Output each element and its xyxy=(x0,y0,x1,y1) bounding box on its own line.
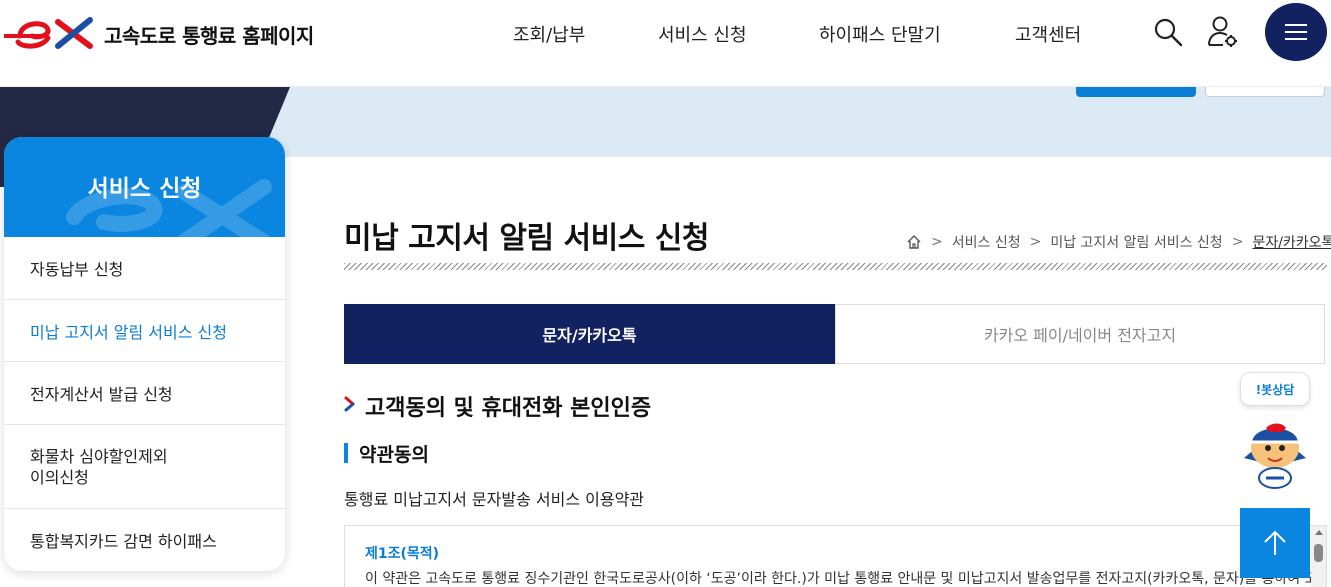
chevron-right-icon: > xyxy=(1029,234,1042,250)
subtitle-marker xyxy=(344,443,348,463)
title-divider xyxy=(344,263,1327,270)
banner-button-primary[interactable] xyxy=(1076,87,1196,97)
sidebar-item-welfare-card[interactable]: 통합복지카드 감면 하이패스 xyxy=(4,509,285,571)
terms-scrollbar[interactable] xyxy=(1311,526,1326,587)
page-title: 미납 고지서 알림 서비스 신청 xyxy=(344,221,709,256)
sidebar: 서비스 신청 자동납부 신청 미납 고지서 알림 서비스 신청 전자계산서 발급… xyxy=(4,137,285,571)
nav-hipass-terminal[interactable]: 하이패스 단말기 xyxy=(819,21,941,47)
tab-sms-kakaotalk[interactable]: 문자/카카오톡 xyxy=(344,304,835,364)
chevron-right-icon: > xyxy=(931,234,943,250)
chevron-right-icon: > xyxy=(1231,234,1244,250)
breadcrumb: > 서비스 신청 > 미납 고지서 알림 서비스 신청 > 문자/카카오톡 xyxy=(906,232,1331,252)
user-login-icon[interactable] xyxy=(1207,15,1239,49)
sidebar-item-e-invoice[interactable]: 전자계산서 발급 신청 xyxy=(4,362,285,425)
sidebar-header: 서비스 신청 xyxy=(4,137,285,237)
site-title[interactable]: 고속도로 통행료 홈페이지 xyxy=(104,20,314,49)
breadcrumb-item[interactable]: 미납 고지서 알림 서비스 신청 xyxy=(1050,232,1222,252)
home-icon[interactable] xyxy=(906,234,922,250)
subsection-title: 약관동의 xyxy=(359,444,429,466)
hamburger-menu-icon[interactable] xyxy=(1265,3,1327,61)
section-title: 고객동의 및 휴대전화 본인인증 xyxy=(365,396,652,421)
terms-name: 통행료 미납고지서 문자발송 서비스 이용약관 xyxy=(344,490,645,509)
sidebar-item-label: 전자계산서 발급 신청 xyxy=(30,385,173,404)
terms-article-text: 이 약관은 고속도로 통행료 징수기관인 한국도로공사(이하 ‘도공’이라 한다… xyxy=(365,571,1327,587)
banner-button-secondary[interactable] xyxy=(1205,87,1325,97)
nav-service-application[interactable]: 서비스 신청 xyxy=(658,21,747,47)
chatbot-bubble[interactable]: !봇상담 xyxy=(1240,372,1310,406)
chatbot-label: !봇상담 xyxy=(1255,382,1295,397)
search-icon[interactable] xyxy=(1153,17,1183,47)
scroll-to-top-button[interactable] xyxy=(1240,508,1310,578)
sidebar-item-label: 화물차 심야할인제외 이의신청 xyxy=(30,446,168,487)
arrow-up-icon xyxy=(1264,530,1286,555)
sidebar-item-unpaid-notice[interactable]: 미납 고지서 알림 서비스 신청 xyxy=(4,300,285,362)
sidebar-item-label: 통합복지카드 감면 하이패스 xyxy=(30,532,217,551)
chatbot-mascot-icon[interactable] xyxy=(1236,418,1314,490)
nav-inquiry-payment[interactable]: 조회/납부 xyxy=(513,21,585,47)
sidebar-item-label: 자동납부 신청 xyxy=(30,260,124,279)
scrollbar-thumb[interactable] xyxy=(1314,544,1323,562)
sidebar-item-truck-night-discount[interactable]: 화물차 심야할인제외 이의신청 xyxy=(4,425,285,509)
sidebar-item-auto-payment[interactable]: 자동납부 신청 xyxy=(4,237,285,300)
tab-kakaopay-naver[interactable]: 카카오 페이/네이버 전자고지 xyxy=(835,304,1325,364)
ex-logo[interactable] xyxy=(2,16,98,50)
site-header: 고속도로 통행료 홈페이지 조회/납부 서비스 신청 하이패스 단말기 고객센터 xyxy=(0,0,1331,87)
terms-scroll-box[interactable]: 제1조(목적) 이 약관은 고속도로 통행료 징수기관인 한국도로공사(이하 ‘… xyxy=(344,525,1327,587)
sidebar-item-label: 미납 고지서 알림 서비스 신청 xyxy=(30,322,227,342)
chevron-right-icon xyxy=(344,396,355,412)
breadcrumb-item[interactable]: 서비스 신청 xyxy=(952,232,1021,252)
nav-customer-center[interactable]: 고객센터 xyxy=(1015,21,1081,47)
terms-article-heading: 제1조(목적) xyxy=(365,546,440,562)
sidebar-title: 서비스 신청 xyxy=(87,176,202,202)
tab-label: 카카오 페이/네이버 전자고지 xyxy=(983,326,1177,345)
tab-label: 문자/카카오톡 xyxy=(542,326,637,345)
breadcrumb-current[interactable]: 문자/카카오톡 xyxy=(1252,232,1331,252)
scroll-up-icon[interactable] xyxy=(1315,530,1323,535)
